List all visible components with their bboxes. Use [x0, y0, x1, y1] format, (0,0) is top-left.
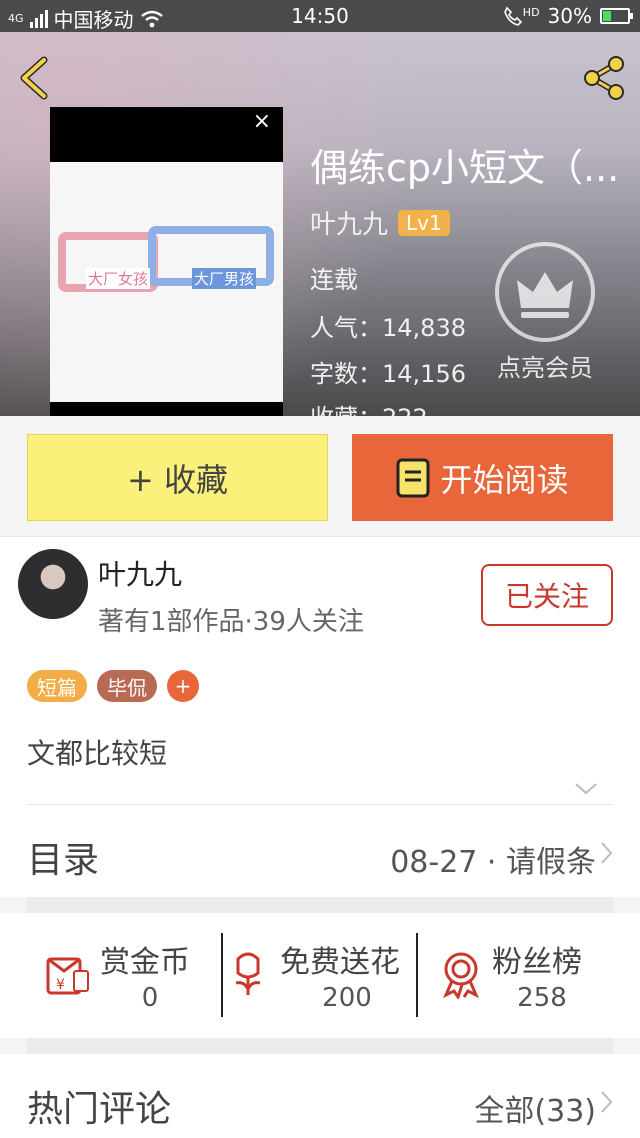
catalog-row[interactable]: 目录 08-27 · 请假条 [0, 805, 640, 897]
section-spacer [27, 1038, 613, 1054]
free-flower-title: 免费送花 [280, 945, 400, 980]
popularity-row: 人气：14,838 [310, 308, 466, 343]
cover-right-text: 大厂男孩 [192, 268, 257, 289]
cover-left-text: 大厂女孩 [86, 268, 151, 289]
author-card: 叶九九 著有1部作品·39人关注 已关注 [0, 536, 640, 650]
favorites-row: 收藏：222 [310, 398, 428, 416]
book-status: 连载 [310, 266, 358, 294]
author-stats: 著有1部作品·39人关注 [98, 607, 364, 637]
avatar[interactable] [18, 549, 88, 619]
book-cover[interactable]: × 大厂女孩 大厂男孩 [50, 107, 283, 416]
book-author[interactable]: 叶九九 [310, 204, 388, 241]
favorites-label: 收藏： [310, 404, 382, 416]
coin-reward-value: 0 [141, 983, 159, 1013]
free-flower-value: 200 [322, 983, 372, 1013]
cover-image: 大厂女孩 大厂男孩 [50, 162, 283, 402]
fan-ranking-value: 258 [517, 983, 567, 1013]
battery-icon [600, 8, 633, 24]
start-reading-button[interactable]: 开始阅读 [352, 434, 613, 521]
red-envelope-icon: ¥ [46, 957, 89, 995]
fan-ranking-title: 粉丝榜 [492, 945, 582, 980]
hd-label: HD [522, 5, 540, 19]
chevron-down-icon[interactable] [574, 782, 598, 796]
wordcount-value: 14,156 [382, 360, 466, 388]
wordcount-row: 字数：14,156 [310, 354, 466, 389]
book-title: 偶练cp小短文（... [310, 146, 620, 190]
book-icon [396, 458, 430, 497]
battery-percent: 30% [547, 4, 592, 28]
chevron-right-icon [601, 842, 613, 864]
hot-comments-label: 热门评论 [27, 1089, 172, 1130]
back-icon[interactable] [14, 54, 54, 102]
author-name[interactable]: 叶九九 [98, 553, 182, 593]
vip-label: 点亮会员 [497, 354, 593, 382]
vip-badge[interactable]: 点亮会员 [490, 242, 600, 383]
chevron-right-icon [601, 1091, 613, 1113]
book-description: 文都比较短 [27, 737, 168, 770]
phone-icon [503, 6, 522, 26]
medal-icon [443, 952, 479, 999]
latest-chapter: 08-27 · 请假条 [390, 845, 596, 880]
wordcount-label: 字数： [310, 360, 382, 388]
follow-button[interactable]: 已关注 [481, 564, 613, 626]
stats-bar: ¥ 赏金币 0 免费送花 200 粉丝榜 258 [0, 913, 640, 1038]
stat-divider [221, 933, 223, 1017]
hot-comments-row[interactable]: 热门评论 全部(33) [0, 1054, 640, 1138]
book-author-row: 叶九九 Lv1 [310, 204, 450, 241]
favorite-button[interactable]: + 收藏 [27, 434, 328, 521]
favorites-value: 222 [382, 404, 428, 416]
coin-reward-title: 赏金币 [100, 945, 190, 980]
tag-list: 短篇 毕侃 + [27, 670, 199, 702]
all-comments-link[interactable]: 全部(33) [474, 1086, 596, 1130]
catalog-label: 目录 [27, 840, 100, 881]
popularity-label: 人气： [310, 314, 382, 342]
description-section: 短篇 毕侃 + 文都比较短 [0, 650, 640, 805]
share-icon[interactable] [580, 54, 628, 102]
svg-text:¥: ¥ [56, 977, 65, 993]
stat-divider [416, 933, 418, 1017]
fan-ranking-stat[interactable]: 粉丝榜 258 [440, 931, 610, 1021]
popularity-value: 14,838 [382, 314, 466, 342]
close-icon: × [252, 109, 271, 134]
section-spacer [27, 897, 613, 913]
add-tag-button[interactable]: + [167, 670, 199, 702]
free-flower-stat[interactable]: 免费送花 200 [228, 931, 416, 1021]
tag-short[interactable]: 短篇 [27, 670, 87, 702]
flower-icon [235, 952, 261, 995]
status-bar: 4G 中国移动 14:50 HD 30% [0, 0, 640, 32]
action-bar: + 收藏 开始阅读 [0, 416, 640, 536]
start-reading-label: 开始阅读 [440, 460, 569, 499]
crown-icon [495, 242, 595, 342]
tag-pairing[interactable]: 毕侃 [97, 670, 157, 702]
level-badge: Lv1 [398, 209, 450, 236]
book-header: × 大厂女孩 大厂男孩 偶练cp小短文（... 叶九九 Lv1 连载 人气：14… [0, 32, 640, 416]
coin-reward-stat[interactable]: ¥ 赏金币 0 [44, 931, 220, 1021]
